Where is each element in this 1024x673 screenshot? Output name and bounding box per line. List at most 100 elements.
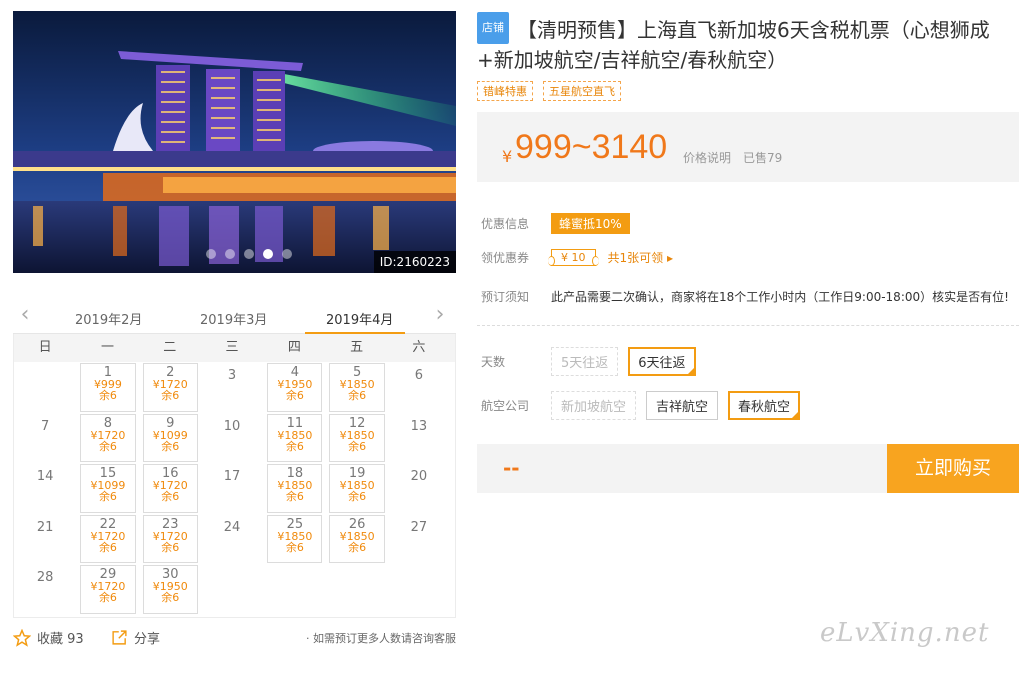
coupon-ticket[interactable]: ¥ 10 [548,249,598,266]
calendar-day: 3 [201,362,263,413]
day-number: 14 [36,469,54,484]
month-tab-feb[interactable]: 2019年2月 [75,309,142,328]
calendar-day: 10 [201,413,263,464]
carousel-dot-active[interactable] [263,249,273,259]
day-number: 1 [103,365,113,380]
calendar-day: 20 [388,463,450,514]
coupon-row: 领优惠券 ¥ 10 共1张可领 ▸ [481,249,673,266]
product-hero-image[interactable]: ID:2160223 [13,11,456,273]
calendar-day: 24 [201,514,263,565]
day-stock: 余6 [285,439,304,453]
day-number: 19 [348,466,366,481]
airline-option-row: 航空公司 新加坡航空 吉祥航空 春秋航空 [481,391,801,420]
booking-notice: 此产品需要二次确认，商家将在18个工作小时内（工作日9:00-18:00）核实是… [551,290,1009,304]
calendar-day: 21 [14,514,76,565]
coupon-label: 领优惠券 [481,251,530,265]
day-number: 20 [410,469,428,484]
currency-symbol: ¥ [502,147,513,166]
carousel-dot[interactable] [206,249,216,259]
buy-now-button[interactable]: 立即购买 [887,444,1019,493]
day-number: 6 [414,368,424,383]
carousel-dot[interactable] [282,249,292,259]
day-number: 24 [223,519,241,535]
product-tags: 错峰特惠 五星航空直飞 [477,81,621,101]
calendar-day-available[interactable]: 9 ¥1099 余6 [142,413,198,462]
day-number: 4 [290,365,299,380]
day-stock: 余6 [161,439,180,453]
calendar-day-available[interactable]: 12 ¥1850 余6 [329,413,385,462]
next-month-icon[interactable]: › [430,304,450,328]
carousel-dots [206,249,292,259]
option-spring-airlines-selected[interactable]: 春秋航空 [728,391,801,420]
day-number: 8 [103,415,113,431]
day-number: 22 [99,516,117,532]
day-stock: 余6 [348,490,367,503]
total-price: -- [503,456,520,480]
calendar-day-available[interactable]: 2 ¥1720 余6 [142,363,198,412]
calendar-day-available[interactable]: 11 ¥1850 余6 [267,413,323,462]
favorite-count: 收藏 93 [37,632,84,647]
calendar-day: 28 [14,564,76,615]
calendar-day-available[interactable]: 4 ¥1950 余6 [267,363,323,412]
calendar-day-available[interactable]: 8 ¥1720 余6 [80,413,136,462]
day-number: 25 [286,516,304,532]
weekday-header: 日 一 二 三 四 五 六 [13,334,456,362]
day-price: ¥1720 [90,428,126,442]
option-singapore-airlines[interactable]: 新加坡航空 [551,391,637,420]
marina-bay-sands-photo [13,11,456,273]
month-tab-apr-active[interactable]: 2019年4月 [326,309,393,328]
shop-tag: 店铺 [477,12,509,44]
calendar-day: 13 [388,413,450,464]
day-stock: 余6 [285,540,304,554]
calendar-day-available[interactable]: 29 ¥1720 余6 [80,565,136,614]
carousel-dot[interactable] [244,249,254,259]
day-number [14,362,76,368]
option-5-days[interactable]: 5天往返 [551,347,619,376]
calendar-day-available[interactable]: 15 ¥1099 余6 [80,464,136,513]
calendar-day-available[interactable]: 1 ¥999 余6 [80,363,136,412]
purchase-bar: -- 立即购买 [477,444,1019,493]
calendar-day-available[interactable]: 23 ¥1720 余6 [142,514,198,563]
calendar-day: 14 [14,463,76,514]
day-price: ¥1850 [277,428,313,442]
day-number: 5 [352,365,362,380]
weekday-label: 四 [287,340,301,355]
calendar-day-available[interactable]: 25 ¥1850 余6 [267,514,323,563]
share-button[interactable]: 分享 [111,628,160,647]
prev-month-icon[interactable]: ‹ [15,304,35,328]
day-number: 16 [161,466,179,481]
favorite-button[interactable]: 收藏 93 [13,628,84,647]
day-stock: 余6 [348,439,367,453]
product-tag: 五星航空直飞 [543,81,621,101]
contact-tip: · 如需预订更多人数请咨询客服 [306,632,456,645]
day-price: ¥1720 [152,529,188,543]
day-stock: 余6 [98,389,117,402]
calendar-day-available[interactable]: 16 ¥1720 余6 [142,464,198,513]
day-number: 15 [99,466,117,481]
product-title: 店铺 【清明预售】上海直飞新加坡6天含税机票（心想狮成+新加坡航空/吉祥航空/春秋… [477,12,1017,75]
day-number: 11 [286,415,304,431]
day-number: 27 [410,519,428,535]
price-range: 999~3140 [515,128,668,166]
month-tab-mar[interactable]: 2019年3月 [200,309,267,328]
claim-coupon-link[interactable]: 共1张可领 ▸ [608,249,673,266]
calendar-day-available[interactable]: 22 ¥1720 余6 [80,514,136,563]
option-juneyao-airlines[interactable]: 吉祥航空 [646,391,719,420]
calendar-day-available[interactable]: 19 ¥1850 余6 [329,464,385,513]
calendar-day-available[interactable]: 30 ¥1950 余6 [142,565,198,614]
day-stock: 余6 [285,389,304,402]
option-6-days-selected[interactable]: 6天往返 [628,347,696,376]
day-price: ¥1850 [339,529,375,543]
product-tag: 错峰特惠 [477,81,533,101]
carousel-dot[interactable] [225,249,235,259]
calendar-day-available[interactable]: 26 ¥1850 余6 [329,514,385,563]
day-stock: 余6 [161,389,180,402]
calendar-day-available[interactable]: 5 ¥1850 余6 [329,363,385,412]
calendar-day-available[interactable]: 18 ¥1850 余6 [267,464,323,513]
weekday-label: 二 [163,340,177,355]
day-stock: 余6 [98,591,117,604]
price-explanation-link[interactable]: 价格说明 [683,149,731,166]
day-stock: 余6 [98,490,117,503]
day-price: ¥1850 [277,529,313,543]
calendar-day-grid: 1 ¥999 余6 2 ¥1720 余6 3 4 ¥1950 余6 5 ¥1850 余6 6 7 8 ¥1720… [13,362,456,618]
